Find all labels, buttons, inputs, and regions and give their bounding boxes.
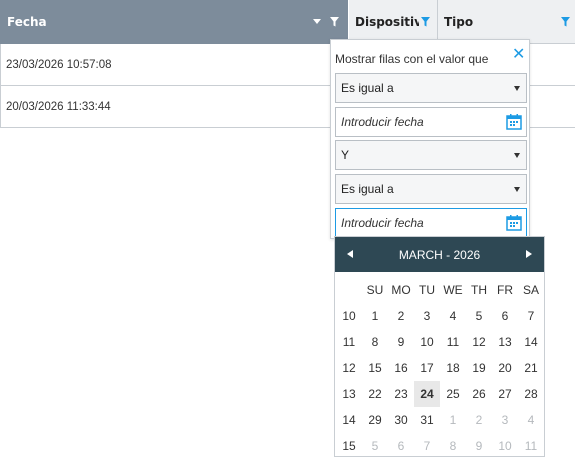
week-number: 15 <box>342 439 356 453</box>
calendar-day-other-month[interactable]: 3 <box>492 407 518 433</box>
calendar-day-other-month[interactable]: 1 <box>440 407 466 433</box>
column-header-fecha-label: Fecha <box>7 15 47 29</box>
calendar-day[interactable]: 28 <box>518 381 544 407</box>
calendar-day[interactable]: 11 <box>440 329 466 355</box>
calendar-day-other-month[interactable]: 7 <box>414 433 440 459</box>
day-header: TH <box>471 283 487 297</box>
calendar-popup: MARCH - 2026 SU MO TU WE TH FR SA 10 1 2… <box>334 236 545 457</box>
calendar-day-other-month[interactable]: 6 <box>388 433 414 459</box>
logic-select[interactable]: Y <box>335 140 527 170</box>
calendar-day-other-month[interactable]: 11 <box>518 433 544 459</box>
calendar-day[interactable]: 12 <box>466 329 492 355</box>
calendar-day[interactable]: 29 <box>362 407 388 433</box>
column-header-tipo[interactable]: Tipo <box>438 0 575 44</box>
calendar-day[interactable]: 20 <box>492 355 518 381</box>
calendar-grid: SU MO TU WE TH FR SA 10 1 2 3 4 5 6 7 11… <box>336 277 545 459</box>
calendar-day[interactable]: 5 <box>466 303 492 329</box>
filter-popup: Mostrar filas con el valor que ✕ Es igua… <box>330 39 530 239</box>
operator-select-2-value: Es igual a <box>341 182 394 196</box>
week-number: 11 <box>342 335 356 349</box>
day-header: MO <box>391 283 411 297</box>
calendar-day[interactable]: 4 <box>440 303 466 329</box>
calendar-month-title[interactable]: MARCH - 2026 <box>399 248 480 262</box>
data-grid: Fecha Dispositivo Tipo 23/03/2026 10:57:… <box>0 0 575 470</box>
week-number: 10 <box>342 309 356 323</box>
column-header-dispositivo-label: Dispositivo <box>355 14 419 29</box>
calendar-day[interactable]: 1 <box>362 303 388 329</box>
day-header: FR <box>497 283 513 297</box>
calendar-day[interactable]: 27 <box>492 381 518 407</box>
calendar-day-other-month[interactable]: 10 <box>492 433 518 459</box>
calendar-header: MARCH - 2026 <box>335 237 544 272</box>
calendar-day[interactable]: 6 <box>492 303 518 329</box>
calendar-day[interactable]: 9 <box>388 329 414 355</box>
calendar-day[interactable]: 31 <box>414 407 440 433</box>
date-input-1[interactable]: Introducir fecha <box>335 107 527 137</box>
calendar-day[interactable]: 3 <box>414 303 440 329</box>
calendar-day[interactable]: 21 <box>518 355 544 381</box>
calendar-day[interactable]: 26 <box>466 381 492 407</box>
column-header-fecha[interactable]: Fecha <box>0 0 349 44</box>
calendar-day[interactable]: 14 <box>518 329 544 355</box>
calendar-day[interactable]: 7 <box>518 303 544 329</box>
calendar-icon[interactable] <box>506 113 522 130</box>
day-header: TU <box>419 283 435 297</box>
cell-fecha: 20/03/2026 11:33:44 <box>1 86 350 127</box>
sort-descending-icon[interactable] <box>313 19 321 24</box>
calendar-day-other-month[interactable]: 8 <box>440 433 466 459</box>
filter-tipo-icon[interactable] <box>561 17 570 27</box>
calendar-day[interactable]: 15 <box>362 355 388 381</box>
calendar-day-other-month[interactable]: 5 <box>362 433 388 459</box>
week-number: 14 <box>342 413 356 427</box>
calendar-day-today[interactable]: 24 <box>414 381 440 407</box>
calendar-day[interactable]: 18 <box>440 355 466 381</box>
operator-select-1[interactable]: Es igual a <box>335 73 527 103</box>
week-number: 12 <box>342 361 356 375</box>
calendar-day[interactable]: 8 <box>362 329 388 355</box>
day-header: SA <box>522 283 539 297</box>
calendar-day[interactable]: 13 <box>492 329 518 355</box>
calendar-day[interactable]: 25 <box>440 381 466 407</box>
calendar-day-other-month[interactable]: 4 <box>518 407 544 433</box>
chevron-down-icon <box>514 187 520 192</box>
calendar-icon[interactable] <box>506 214 522 231</box>
calendar-day[interactable]: 19 <box>466 355 492 381</box>
week-number-header <box>336 277 362 303</box>
cell-fecha: 23/03/2026 10:57:08 <box>1 44 350 85</box>
date-input-2-placeholder: Introducir fecha <box>341 216 424 230</box>
operator-select-2[interactable]: Es igual a <box>335 174 527 204</box>
calendar-day[interactable]: 22 <box>362 381 388 407</box>
chevron-down-icon <box>514 153 520 158</box>
chevron-right-icon[interactable] <box>526 250 532 258</box>
filter-fecha-icon[interactable] <box>330 17 339 27</box>
chevron-down-icon <box>514 86 520 91</box>
logic-select-value: Y <box>341 148 350 162</box>
day-header: SU <box>366 283 384 297</box>
calendar-day[interactable]: 23 <box>388 381 414 407</box>
calendar-day[interactable]: 16 <box>388 355 414 381</box>
calendar-day[interactable]: 17 <box>414 355 440 381</box>
date-input-2[interactable]: Introducir fecha <box>335 208 527 238</box>
chevron-left-icon[interactable] <box>347 250 353 258</box>
week-number: 13 <box>342 387 356 401</box>
calendar-day[interactable]: 10 <box>414 329 440 355</box>
column-header-tipo-label: Tipo <box>444 14 474 29</box>
date-input-1-placeholder: Introducir fecha <box>341 115 424 129</box>
calendar-day[interactable]: 30 <box>388 407 414 433</box>
close-icon[interactable]: ✕ <box>512 44 525 63</box>
calendar-day-other-month[interactable]: 9 <box>466 433 492 459</box>
filter-popup-title: Mostrar filas con el valor que <box>335 52 489 66</box>
calendar-day[interactable]: 2 <box>388 303 414 329</box>
calendar-day-other-month[interactable]: 2 <box>466 407 492 433</box>
operator-select-1-value: Es igual a <box>341 81 394 95</box>
day-header: WE <box>443 283 463 297</box>
filter-dispositivo-icon[interactable] <box>421 17 430 27</box>
